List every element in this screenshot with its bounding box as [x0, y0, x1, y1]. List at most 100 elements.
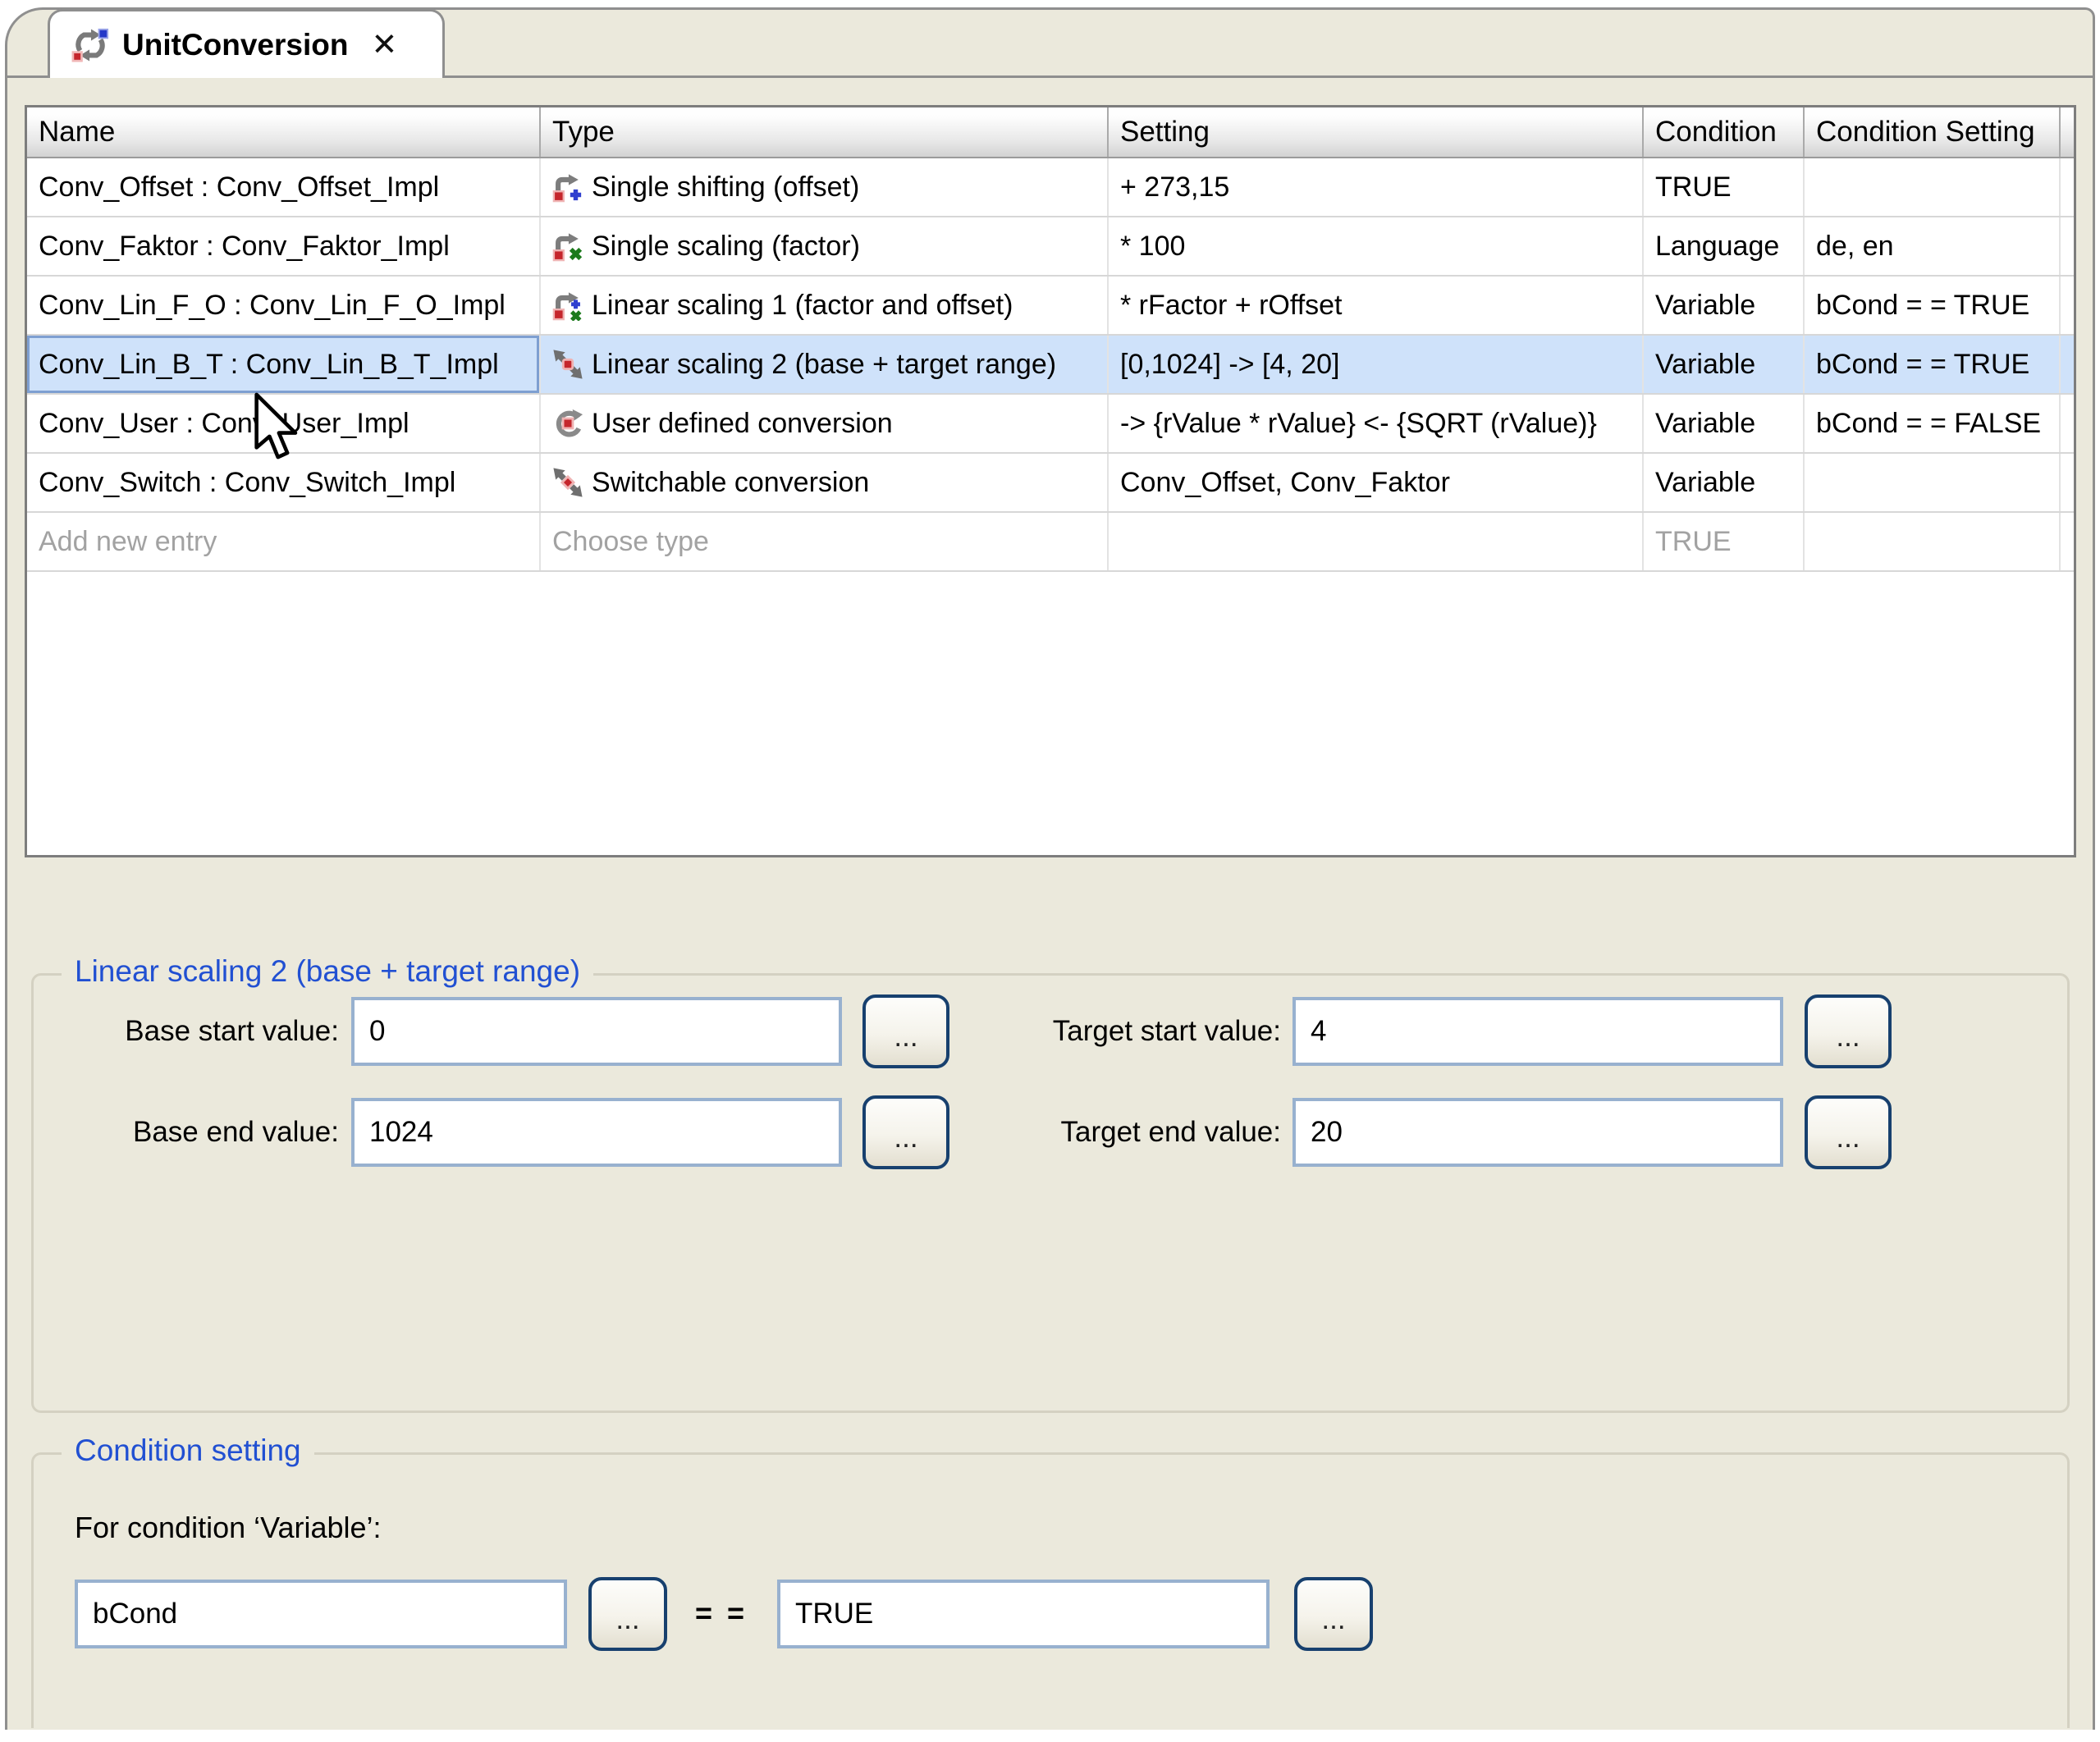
- cell-type[interactable]: Linear scaling 2 (base + target range): [541, 336, 1109, 393]
- cell-condition[interactable]: Language: [1644, 217, 1805, 275]
- cell-name-text: Conv_Faktor : Conv_Faktor_Impl: [39, 231, 450, 263]
- cell-condition-setting[interactable]: de, en: [1805, 217, 2061, 275]
- cell-condition-text: Variable: [1655, 408, 1755, 440]
- column-header-setting[interactable]: Setting: [1109, 107, 1644, 157]
- cell-name-text: Conv_Lin_B_T : Conv_Lin_B_T_Impl: [39, 349, 499, 381]
- table-row[interactable]: Conv_Lin_F_O : Conv_Lin_F_O_Impl Linear s…: [27, 277, 2074, 336]
- mouse-cursor: [253, 392, 300, 467]
- table-row[interactable]: Conv_Offset : Conv_Offset_ImplSingle shi…: [27, 158, 2074, 217]
- cell-name[interactable]: Conv_Lin_B_T : Conv_Lin_B_T_Impl: [27, 336, 541, 393]
- cell-condition-text: TRUE: [1655, 526, 1732, 558]
- table-row[interactable]: Add new entryChoose type TRUE: [27, 513, 2074, 572]
- cell-condition-setting[interactable]: bCond = = TRUE: [1805, 277, 2061, 334]
- tab-unit-conversion[interactable]: UnitConversion ✕: [48, 9, 445, 78]
- cell-type-text: Linear scaling 2 (base + target range): [592, 349, 1056, 381]
- cell-type[interactable]: Choose type: [541, 513, 1109, 570]
- single-scaling-icon: [552, 231, 592, 262]
- cell-name[interactable]: Conv_Lin_F_O : Conv_Lin_F_O_Impl: [27, 277, 541, 334]
- tab-title: UnitConversion: [122, 28, 348, 62]
- cell-name[interactable]: Conv_Faktor : Conv_Faktor_Impl: [27, 217, 541, 275]
- cell-setting[interactable]: [1109, 513, 1644, 570]
- cell-type-text: Single scaling (factor): [592, 231, 860, 263]
- condition-variable-browse-button[interactable]: ...: [588, 1577, 667, 1651]
- cell-condition-setting[interactable]: [1805, 454, 2061, 511]
- cell-condition[interactable]: Variable: [1644, 277, 1805, 334]
- cell-type[interactable]: Switchable conversion: [541, 454, 1109, 511]
- target-start-label: Target start value:: [1002, 1015, 1281, 1048]
- cell-condition[interactable]: Variable: [1644, 395, 1805, 452]
- cell-filler[interactable]: [2061, 454, 2074, 511]
- table-row[interactable]: Conv_User : Conv_User_ImplUser defined c…: [27, 395, 2074, 454]
- base-end-input[interactable]: [351, 1098, 842, 1167]
- cell-setting-text: -> {rValue * rValue} <- {SQRT (rValue)}: [1120, 408, 1597, 440]
- table-row[interactable]: Conv_Lin_B_T : Conv_Lin_B_T_Impl Linear s…: [27, 336, 2074, 395]
- base-start-input[interactable]: [351, 997, 842, 1066]
- cell-setting-text: * rFactor + rOffset: [1120, 290, 1343, 322]
- target-start-browse-button[interactable]: ...: [1805, 994, 1892, 1068]
- cell-filler[interactable]: [2061, 158, 2074, 216]
- cell-condition[interactable]: TRUE: [1644, 513, 1805, 570]
- cell-name[interactable]: Conv_Offset : Conv_Offset_Impl: [27, 158, 541, 216]
- target-end-browse-button[interactable]: ...: [1805, 1095, 1892, 1169]
- cell-setting-text: Conv_Offset, Conv_Faktor: [1120, 467, 1450, 499]
- column-header-condition[interactable]: Condition: [1644, 107, 1805, 157]
- cell-condition-setting-text: bCond = = FALSE: [1816, 408, 2041, 440]
- cell-filler[interactable]: [2061, 336, 2074, 393]
- cell-setting[interactable]: -> {rValue * rValue} <- {SQRT (rValue)}: [1109, 395, 1644, 452]
- base-end-label: Base end value:: [66, 1116, 339, 1149]
- cell-setting[interactable]: + 273,15: [1109, 158, 1644, 216]
- switchable-icon: [552, 467, 592, 498]
- column-header-type[interactable]: Type: [541, 107, 1109, 157]
- cell-condition-setting[interactable]: bCond = = FALSE: [1805, 395, 2061, 452]
- cell-type[interactable]: Linear scaling 1 (factor and offset): [541, 277, 1109, 334]
- cell-filler[interactable]: [2061, 217, 2074, 275]
- cell-condition-text: TRUE: [1655, 171, 1732, 203]
- target-start-input[interactable]: [1292, 997, 1783, 1066]
- cell-type[interactable]: Single scaling (factor): [541, 217, 1109, 275]
- column-header-filler: [2061, 107, 2074, 157]
- cell-condition-setting[interactable]: bCond = = TRUE: [1805, 336, 2061, 393]
- cell-setting[interactable]: [0,1024] -> [4, 20]: [1109, 336, 1644, 393]
- condition-variable-input[interactable]: [75, 1580, 567, 1648]
- condition-value-browse-button[interactable]: ...: [1294, 1577, 1373, 1651]
- cell-filler[interactable]: [2061, 277, 2074, 334]
- cell-type[interactable]: User defined conversion: [541, 395, 1109, 452]
- cell-type-text: Linear scaling 1 (factor and offset): [592, 290, 1013, 322]
- column-header-condition-setting[interactable]: Condition Setting: [1805, 107, 2061, 157]
- table-row[interactable]: Conv_Faktor : Conv_Faktor_Impl Single sca…: [27, 217, 2074, 277]
- table-header-row: Name Type Setting Condition Condition Se…: [27, 107, 2074, 158]
- cell-setting[interactable]: * 100: [1109, 217, 1644, 275]
- cell-filler[interactable]: [2061, 395, 2074, 452]
- cell-condition-setting-text: de, en: [1816, 231, 1894, 263]
- base-start-label: Base start value:: [66, 1015, 339, 1048]
- base-start-browse-button[interactable]: ...: [862, 994, 949, 1068]
- cell-name-text: Conv_Lin_F_O : Conv_Lin_F_O_Impl: [39, 290, 506, 322]
- cell-condition-text: Variable: [1655, 349, 1755, 381]
- cell-condition-text: Variable: [1655, 467, 1755, 499]
- cell-setting[interactable]: * rFactor + rOffset: [1109, 277, 1644, 334]
- condition-setting-groupbox: Condition setting For condition ‘Variabl…: [31, 1452, 2070, 1728]
- column-header-name[interactable]: Name: [27, 107, 541, 157]
- cell-condition[interactable]: Variable: [1644, 454, 1805, 511]
- cell-condition-setting[interactable]: [1805, 513, 2061, 570]
- equals-operator: = =: [695, 1596, 748, 1630]
- table-row[interactable]: Conv_Switch : Conv_Switch_Impl Switchable…: [27, 454, 2074, 513]
- for-condition-label: For condition ‘Variable’:: [75, 1511, 382, 1545]
- cell-condition[interactable]: Variable: [1644, 336, 1805, 393]
- cell-setting[interactable]: Conv_Offset, Conv_Faktor: [1109, 454, 1644, 511]
- cell-setting-text: [0,1024] -> [4, 20]: [1120, 349, 1339, 381]
- user-defined-icon: [552, 408, 592, 439]
- cell-type-text: Switchable conversion: [592, 467, 869, 499]
- cell-condition-text: Variable: [1655, 290, 1755, 322]
- target-end-label: Target end value:: [1002, 1116, 1281, 1149]
- cell-filler[interactable]: [2061, 513, 2074, 570]
- cell-name-text: Conv_Switch : Conv_Switch_Impl: [39, 467, 455, 499]
- base-end-browse-button[interactable]: ...: [862, 1095, 949, 1169]
- condition-value-input[interactable]: [777, 1580, 1270, 1648]
- cell-condition[interactable]: TRUE: [1644, 158, 1805, 216]
- tab-close-icon[interactable]: ✕: [371, 30, 397, 61]
- target-end-input[interactable]: [1292, 1098, 1783, 1167]
- cell-name[interactable]: Add new entry: [27, 513, 541, 570]
- cell-type[interactable]: Single shifting (offset): [541, 158, 1109, 216]
- cell-condition-setting[interactable]: [1805, 158, 2061, 216]
